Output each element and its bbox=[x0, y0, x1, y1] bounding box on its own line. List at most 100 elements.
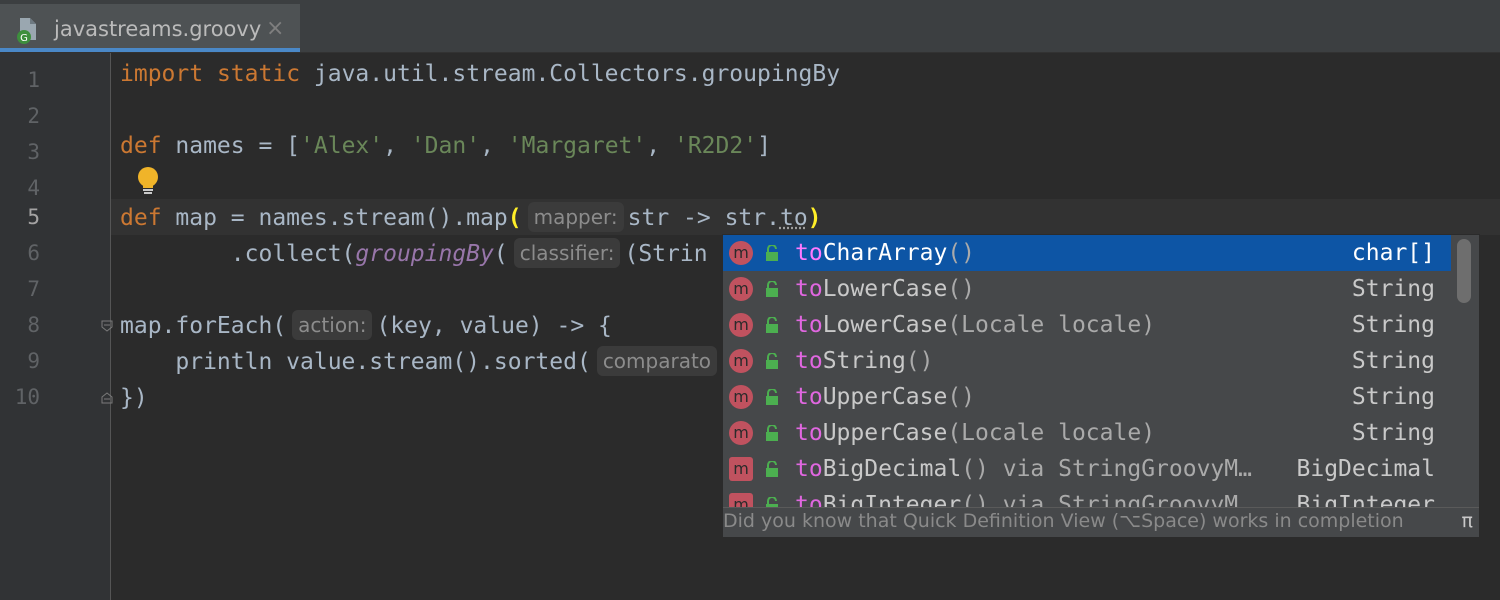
line-number: 3 bbox=[27, 140, 40, 164]
completion-label: toBigDecimal() via StringGroovyM… bbox=[795, 456, 1252, 482]
parameter-hint: mapper: bbox=[527, 202, 624, 232]
code-line-5[interactable]: def map = names.stream().map(mapper: str … bbox=[120, 200, 822, 236]
code-text: map = names.stream().map bbox=[161, 205, 508, 231]
matched-paren: ) bbox=[807, 205, 822, 231]
code-line-9[interactable]: println value.stream().sorted(comparato bbox=[120, 344, 721, 380]
line-number: 10 bbox=[14, 385, 40, 409]
lock-open-icon bbox=[766, 497, 778, 507]
parameter-hint: action: bbox=[292, 310, 373, 340]
completion-label: toCharArray() bbox=[795, 240, 976, 266]
code-line-10[interactable]: }) bbox=[120, 380, 148, 416]
typed-prefix: to bbox=[779, 205, 808, 231]
extension-method-icon: m bbox=[729, 457, 753, 481]
code-text: , bbox=[646, 133, 674, 159]
code-line-8[interactable]: map.forEach(action: (key, value) -> { bbox=[120, 308, 612, 344]
method-icon: m bbox=[729, 241, 753, 265]
keyword: def bbox=[120, 133, 162, 159]
string-literal: 'Dan' bbox=[410, 133, 481, 159]
fold-end-icon[interactable] bbox=[101, 392, 113, 404]
method-icon: m bbox=[729, 385, 753, 409]
completion-popup[interactable]: m toCharArray() char[] m toLowerCase() S… bbox=[722, 234, 1480, 538]
code-text: (Strin bbox=[624, 241, 708, 267]
code-text: map.forEach( bbox=[120, 313, 287, 339]
line-number-gutter[interactable]: 1 2 3 4 5 6 7 8 9 10 bbox=[0, 53, 111, 600]
completion-item[interactable]: m toUpperCase(Locale locale) String bbox=[723, 415, 1451, 451]
line-number: 1 bbox=[27, 68, 40, 92]
code-text: , bbox=[383, 133, 411, 159]
completion-label: toUpperCase(Locale locale) bbox=[795, 420, 1156, 446]
lock-open-icon bbox=[766, 425, 778, 441]
method-icon: m bbox=[729, 349, 753, 373]
lock-open-icon bbox=[766, 389, 778, 405]
keyword: static bbox=[216, 61, 301, 87]
completion-label: toBigInteger() via StringGroovyM… bbox=[795, 492, 1252, 507]
method-icon: m bbox=[729, 313, 753, 337]
code-text: names = [ bbox=[161, 133, 301, 159]
completion-list[interactable]: m toCharArray() char[] m toLowerCase() S… bbox=[723, 235, 1451, 507]
completion-label: toString() bbox=[795, 348, 934, 374]
completion-type: BigDecimal bbox=[1296, 456, 1435, 482]
line-number: 2 bbox=[27, 104, 40, 128]
code-line-3[interactable]: def names = ['Alex', 'Dan', 'Margaret', … bbox=[120, 128, 771, 164]
matched-paren: ( bbox=[507, 205, 522, 231]
completion-tip-bar: Did you know that Quick Definition View … bbox=[723, 507, 1479, 537]
groovy-file-icon: G bbox=[17, 18, 36, 44]
line-number: 7 bbox=[27, 277, 40, 301]
completion-type: String bbox=[1351, 312, 1435, 338]
lock-open-icon bbox=[766, 317, 778, 333]
completion-item[interactable]: m toString() String bbox=[723, 343, 1451, 379]
method-icon: m bbox=[729, 277, 753, 301]
parameter-hint: comparato bbox=[596, 346, 718, 376]
line-number: 8 bbox=[27, 313, 40, 337]
string-literal: 'R2D2' bbox=[673, 133, 758, 159]
completion-tip-text: Did you know that Quick Definition View … bbox=[723, 510, 1404, 532]
code-text: (key, value) -> { bbox=[376, 313, 612, 339]
extension-method-icon: m bbox=[729, 493, 753, 507]
svg-text:G: G bbox=[20, 33, 28, 44]
pi-menu-icon[interactable]: π bbox=[1462, 510, 1473, 532]
completion-type: char[] bbox=[1351, 240, 1435, 266]
completion-label: toLowerCase(Locale locale) bbox=[795, 312, 1156, 338]
completion-scrollbar[interactable] bbox=[1457, 239, 1471, 303]
completion-label: toLowerCase() bbox=[795, 276, 976, 302]
editor-tab-bar: G javastreams.groovy × bbox=[0, 0, 1500, 53]
completion-item[interactable]: m toUpperCase() String bbox=[723, 379, 1451, 415]
completion-item-selected[interactable]: m toCharArray() char[] bbox=[723, 235, 1451, 271]
code-text: java.util.stream.Collectors.groupingBy bbox=[300, 61, 841, 87]
line-number: 9 bbox=[27, 349, 40, 373]
string-literal: 'Margaret' bbox=[507, 133, 647, 159]
keyword: import bbox=[120, 61, 204, 87]
completion-item[interactable]: m toBigDecimal() via StringGroovyM… BigD… bbox=[723, 451, 1451, 487]
parameter-hint: classifier: bbox=[513, 238, 621, 268]
completion-item[interactable]: m toLowerCase() String bbox=[723, 271, 1451, 307]
lock-open-icon bbox=[766, 461, 778, 477]
code-line-6[interactable]: .collect(groupingBy(classifier: (Strin bbox=[120, 236, 708, 272]
code-text: ] bbox=[757, 133, 771, 159]
completion-item[interactable]: m toLowerCase(Locale locale) String bbox=[723, 307, 1451, 343]
completion-type: String bbox=[1351, 276, 1435, 302]
code-text: .collect( bbox=[120, 241, 356, 267]
completion-type: String bbox=[1351, 420, 1435, 446]
completion-label: toUpperCase() bbox=[795, 384, 976, 410]
keyword: def bbox=[120, 205, 162, 231]
method-icon: m bbox=[729, 421, 753, 445]
code-text: }) bbox=[120, 385, 148, 411]
code-text: println value.stream().sorted( bbox=[120, 349, 591, 375]
completion-type: String bbox=[1351, 348, 1435, 374]
lock-open-icon bbox=[766, 245, 778, 261]
fold-collapse-icon[interactable] bbox=[101, 320, 113, 332]
completion-type: String bbox=[1351, 384, 1435, 410]
code-text: ( bbox=[493, 241, 508, 267]
lock-open-icon bbox=[766, 281, 778, 297]
code-text: str -> str. bbox=[627, 205, 780, 231]
tab-title: javastreams.groovy bbox=[54, 17, 262, 41]
lock-open-icon bbox=[766, 353, 778, 369]
lightbulb-icon[interactable] bbox=[136, 166, 160, 196]
completion-item[interactable]: m toBigInteger() via StringGroovyM… BigI… bbox=[723, 487, 1451, 507]
code-line-1[interactable]: import static java.util.stream.Collector… bbox=[120, 56, 840, 92]
tab-javastreams-groovy[interactable]: G javastreams.groovy × bbox=[0, 4, 300, 52]
close-icon[interactable]: × bbox=[266, 16, 284, 41]
line-number-current: 5 bbox=[27, 205, 40, 229]
static-method-ref: groupingBy bbox=[355, 241, 494, 267]
string-literal: 'Alex' bbox=[300, 133, 384, 159]
